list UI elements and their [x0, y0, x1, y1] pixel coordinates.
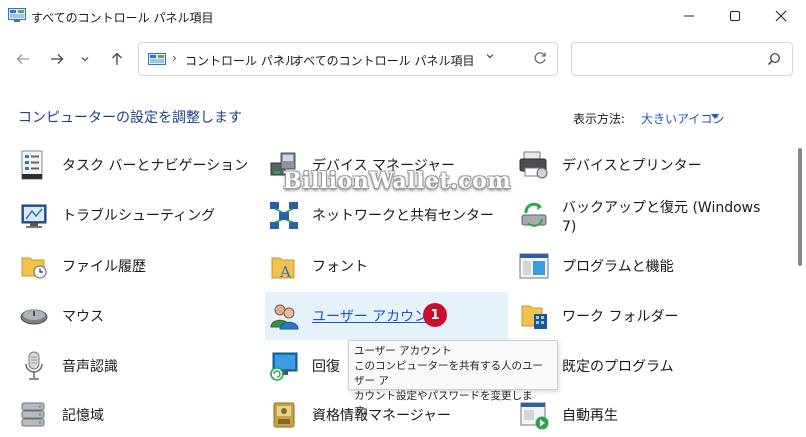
title-bar: すべてのコントロール パネル項目 — [0, 0, 806, 32]
tooltip-title: ユーザー アカウント — [354, 345, 452, 357]
item-troubleshooting[interactable]: トラブルシューティング — [18, 193, 258, 237]
refresh-icon — [534, 52, 546, 64]
font-icon: A — [271, 257, 295, 281]
back-button[interactable] — [8, 44, 38, 74]
minimize-icon — [684, 15, 694, 17]
item-label: ネットワークと共有センター — [312, 208, 494, 224]
close-button[interactable] — [758, 0, 804, 32]
arrow-up-icon — [112, 52, 122, 65]
close-icon — [775, 10, 787, 22]
arrow-right-icon — [51, 54, 64, 64]
tooltip-text: カウント設定やパスワードを変更します。 — [354, 390, 533, 417]
control-panel-window: すべてのコントロール パネル項目 › コントロール パネル › すべてのコントロ… — [0, 0, 806, 437]
vertical-scrollbar[interactable] — [798, 148, 802, 266]
user-accounts-icon — [270, 304, 299, 330]
item-fonts[interactable]: A フォント — [268, 244, 508, 288]
item-label: タスク バーとナビゲーション — [62, 158, 249, 174]
item-label: 既定のプログラム — [562, 359, 674, 375]
item-backup-restore[interactable]: バックアップと復元 (Windows 7) — [518, 193, 788, 241]
item-storage-spaces[interactable]: 記憶域 — [18, 393, 258, 437]
item-programs-features[interactable]: プログラムと機能 — [518, 244, 788, 288]
window-title: すべてのコントロール パネル項目 — [31, 11, 214, 25]
breadcrumb-all-items[interactable]: すべてのコントロール パネル項目 — [292, 52, 475, 69]
item-speech-recognition[interactable]: 音声認識 — [18, 344, 258, 388]
item-network-sharing[interactable]: ネットワークと共有センター — [268, 193, 508, 237]
up-button[interactable] — [102, 44, 132, 74]
breadcrumb-separator: › — [279, 51, 284, 65]
item-label: バックアップと復元 (Windows — [562, 200, 761, 216]
item-file-history[interactable]: ファイル履歴 — [18, 244, 258, 288]
mouse-icon — [20, 309, 48, 325]
programs-icon — [519, 253, 549, 279]
arrow-left-icon — [16, 54, 29, 64]
item-taskbar[interactable]: タスク バーとナビゲーション — [18, 143, 258, 187]
watermark: BillionWallet.com — [283, 168, 512, 194]
item-autoplay[interactable]: 自動再生 — [518, 393, 788, 437]
maximize-button[interactable] — [712, 0, 758, 32]
item-label: 音声認識 — [62, 359, 118, 375]
work-folders-icon — [521, 305, 547, 329]
item-recovery[interactable]: 回復 — [268, 344, 348, 388]
backup-icon — [521, 202, 547, 227]
tooltip: ユーザー アカウント このコンピューターを共有する人のユーザー ア カウント設定… — [348, 340, 558, 417]
item-label: ワーク フォルダー — [562, 309, 679, 325]
svg-text:A: A — [279, 263, 291, 281]
item-label: デバイスとプリンター — [562, 158, 702, 174]
item-label: トラブルシューティング — [62, 208, 216, 224]
item-label-line2: 7) — [562, 219, 577, 235]
item-label: ファイル履歴 — [62, 259, 146, 275]
page-title: コンピューターの設定を調整します — [18, 110, 242, 126]
item-label: マウス — [62, 309, 104, 325]
minimize-button[interactable] — [666, 0, 712, 32]
view-by-label: 表示方法: — [573, 112, 626, 126]
storage-icon — [21, 402, 45, 427]
control-panel-icon — [148, 53, 166, 65]
item-mouse[interactable]: マウス — [18, 294, 258, 338]
recovery-icon — [270, 352, 298, 381]
item-label: 記憶域 — [62, 408, 104, 424]
recent-locations-button[interactable] — [74, 44, 96, 74]
chevron-down-icon — [486, 54, 494, 59]
item-label: 自動再生 — [562, 408, 618, 424]
item-devices-printers[interactable]: デバイスとプリンター — [518, 143, 788, 187]
forward-button[interactable] — [42, 44, 72, 74]
search-icon — [768, 53, 780, 65]
network-icon — [270, 202, 298, 229]
tooltip-text: このコンピューターを共有する人のユーザー ア — [354, 360, 543, 387]
file-history-icon — [21, 257, 47, 279]
item-label: プログラムと機能 — [562, 259, 674, 275]
address-history-button[interactable] — [478, 46, 502, 66]
breadcrumb-separator: › — [172, 51, 177, 65]
step-badge: 1 — [423, 303, 447, 327]
item-work-folders[interactable]: ワーク フォルダー — [518, 294, 788, 338]
item-label: 回復 — [312, 359, 340, 375]
item-user-accounts[interactable]: ユーザー アカウント — [265, 292, 508, 340]
item-default-programs[interactable]: 既定のプログラム — [518, 344, 788, 388]
credential-icon — [273, 402, 295, 428]
taskbar-icon — [21, 150, 43, 180]
maximize-icon — [730, 11, 740, 21]
troubleshoot-icon — [21, 204, 47, 228]
search-box[interactable] — [571, 42, 793, 76]
chevron-down-icon — [81, 57, 89, 62]
control-panel-icon — [8, 8, 26, 22]
dropdown-caret-icon[interactable] — [711, 114, 719, 119]
item-label: フォント — [312, 259, 368, 275]
refresh-button[interactable] — [528, 46, 552, 70]
printer-icon — [519, 151, 548, 179]
microphone-icon — [25, 351, 43, 380]
